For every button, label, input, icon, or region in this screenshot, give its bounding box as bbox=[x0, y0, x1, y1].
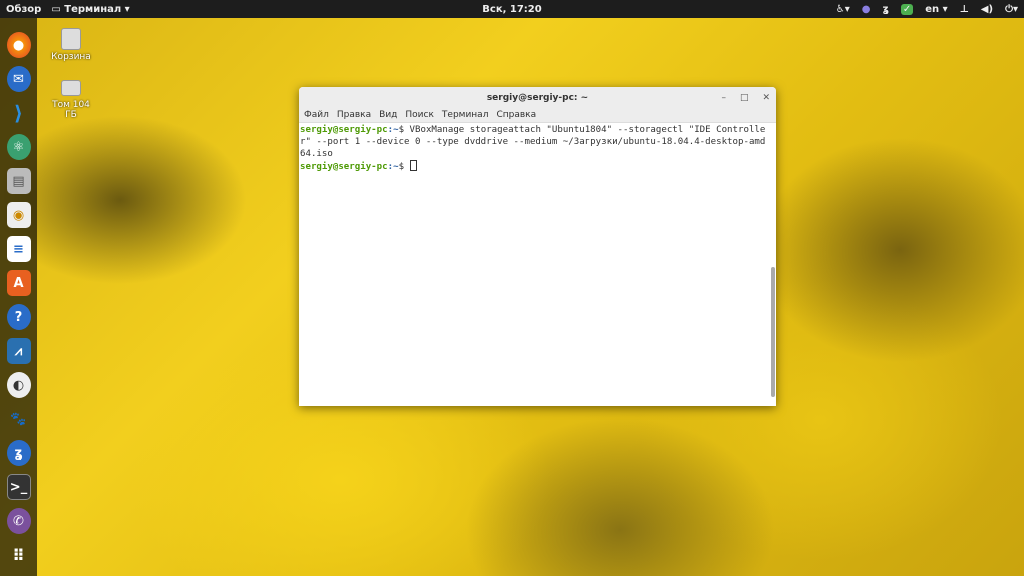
firefox-icon[interactable]: ● bbox=[6, 32, 31, 58]
menu-search[interactable]: Поиск bbox=[405, 110, 434, 120]
maximize-button[interactable]: □ bbox=[740, 93, 749, 103]
network-icon[interactable]: ⊥ bbox=[960, 4, 969, 15]
apps-grid-icon[interactable]: ⠿ bbox=[7, 542, 31, 568]
volume-label: Том 104 ГБ bbox=[52, 100, 90, 120]
menu-view[interactable]: Вид bbox=[379, 110, 397, 120]
inkscape-icon[interactable]: ◐ bbox=[6, 372, 31, 398]
dock: ● ✉ ⟩ ⚛ ▤ ◉ ≡ A ? ⩘ ◐ 🐾 ʓ >_ ✆ ⠿ bbox=[0, 18, 37, 576]
prompt-user: sergiy@sergiy-pc bbox=[300, 125, 388, 135]
vscode-icon[interactable]: ⟩ bbox=[7, 100, 31, 126]
volume-desktop-icon[interactable]: Том 104 ГБ bbox=[46, 80, 96, 120]
volume-icon[interactable]: ◀) bbox=[981, 4, 993, 15]
terminal-output[interactable]: sergiy@sergiy-pc:~$ VBoxManage storageat… bbox=[299, 123, 767, 174]
software-icon[interactable]: A bbox=[6, 270, 31, 296]
app-menu-label: Терминал ▾ bbox=[64, 3, 130, 15]
help-icon[interactable]: ? bbox=[6, 304, 31, 330]
trash-icon bbox=[61, 28, 81, 50]
menu-edit[interactable]: Правка bbox=[337, 110, 371, 120]
tray-z-icon[interactable]: ʓ bbox=[882, 4, 888, 15]
prompt-path: :~ bbox=[387, 162, 399, 172]
rhythmbox-icon[interactable]: ◉ bbox=[6, 202, 31, 228]
atom-icon[interactable]: ⚛ bbox=[6, 134, 31, 160]
activities-button[interactable]: Обзор bbox=[6, 4, 41, 15]
window-title: sergiy@sergiy-pc: ~ bbox=[486, 92, 589, 103]
trash-desktop-icon[interactable]: Корзина bbox=[46, 28, 96, 62]
menu-help[interactable]: Справка bbox=[496, 110, 536, 120]
terminal-small-icon: ▭ bbox=[51, 3, 65, 15]
check-tray-icon[interactable]: ✓ bbox=[900, 3, 914, 15]
writer-icon[interactable]: ≡ bbox=[6, 236, 31, 262]
drive-icon bbox=[61, 80, 81, 96]
prompt-symbol: $ bbox=[398, 162, 410, 172]
app-menu[interactable]: ▭ Терминал ▾ bbox=[51, 4, 129, 15]
prompt-path: :~ bbox=[387, 125, 399, 135]
scrollbar[interactable] bbox=[771, 267, 775, 397]
cursor bbox=[409, 160, 417, 171]
language-selector[interactable]: en ▾ bbox=[925, 4, 947, 15]
terminal-window: sergiy@sergiy-pc: ~ – □ ✕ Файл Правка Ви… bbox=[299, 87, 776, 406]
title-bar[interactable]: sergiy@sergiy-pc: ~ – □ ✕ bbox=[299, 87, 776, 108]
menu-terminal[interactable]: Терминал bbox=[442, 110, 489, 120]
menu-bar: Файл Правка Вид Поиск Терминал Справка bbox=[299, 108, 776, 123]
thunderbird-icon[interactable]: ✉ bbox=[6, 66, 31, 92]
viber-tray-icon[interactable]: ● bbox=[862, 4, 871, 15]
prompt-symbol: $ bbox=[398, 125, 410, 135]
prompt-user: sergiy@sergiy-pc bbox=[300, 162, 388, 172]
accessibility-icon[interactable]: ♿▾ bbox=[836, 4, 850, 15]
files-icon[interactable]: ▤ bbox=[6, 168, 31, 194]
menu-file[interactable]: Файл bbox=[304, 110, 329, 120]
clock[interactable]: Вск, 17:20 bbox=[482, 4, 541, 15]
gimp-icon[interactable]: 🐾 bbox=[7, 406, 31, 432]
trash-label: Корзина bbox=[51, 52, 91, 62]
top-bar: Обзор ▭ Терминал ▾ Вск, 17:20 ♿▾ ● ʓ ✓ e… bbox=[0, 0, 1024, 18]
system-monitor-icon[interactable]: ⩘ bbox=[6, 338, 31, 364]
close-button[interactable]: ✕ bbox=[762, 93, 770, 103]
app-icon[interactable]: ʓ bbox=[6, 440, 31, 466]
power-icon[interactable]: ⏻▾ bbox=[1005, 4, 1018, 15]
viber-icon[interactable]: ✆ bbox=[6, 508, 31, 534]
minimize-button[interactable]: – bbox=[721, 93, 726, 103]
terminal-icon[interactable]: >_ bbox=[6, 474, 31, 500]
